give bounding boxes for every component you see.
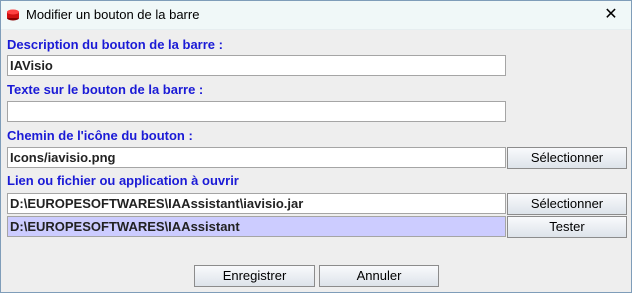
select-target-button[interactable]: Sélectionner	[507, 193, 627, 215]
window-title: Modifier un bouton de la barre	[26, 7, 200, 22]
description-input[interactable]	[7, 55, 506, 76]
tooltip-label: Texte sur le bouton de la barre :	[7, 82, 204, 97]
close-icon[interactable]: ✕	[601, 5, 621, 25]
cancel-button[interactable]: Annuler	[319, 265, 439, 287]
target-label: Lien ou fichier ou application à ouvrir	[7, 173, 239, 188]
tooltip-input[interactable]	[7, 101, 506, 122]
red-cylinder-icon	[6, 8, 20, 21]
icon-path-input[interactable]	[7, 147, 506, 168]
select-icon-button[interactable]: Sélectionner	[507, 147, 627, 169]
title-bar[interactable]: Modifier un bouton de la barre ✕	[1, 1, 631, 30]
icon-path-label: Chemin de l'icône du bouton :	[7, 128, 193, 143]
description-label: Description du bouton de la barre :	[7, 37, 223, 52]
dialog-window: Modifier un bouton de la barre ✕ Descrip…	[0, 0, 632, 293]
save-button[interactable]: Enregistrer	[194, 265, 315, 287]
working-dir-input[interactable]	[7, 216, 506, 237]
target-input[interactable]	[7, 193, 506, 214]
test-button[interactable]: Tester	[507, 216, 627, 238]
